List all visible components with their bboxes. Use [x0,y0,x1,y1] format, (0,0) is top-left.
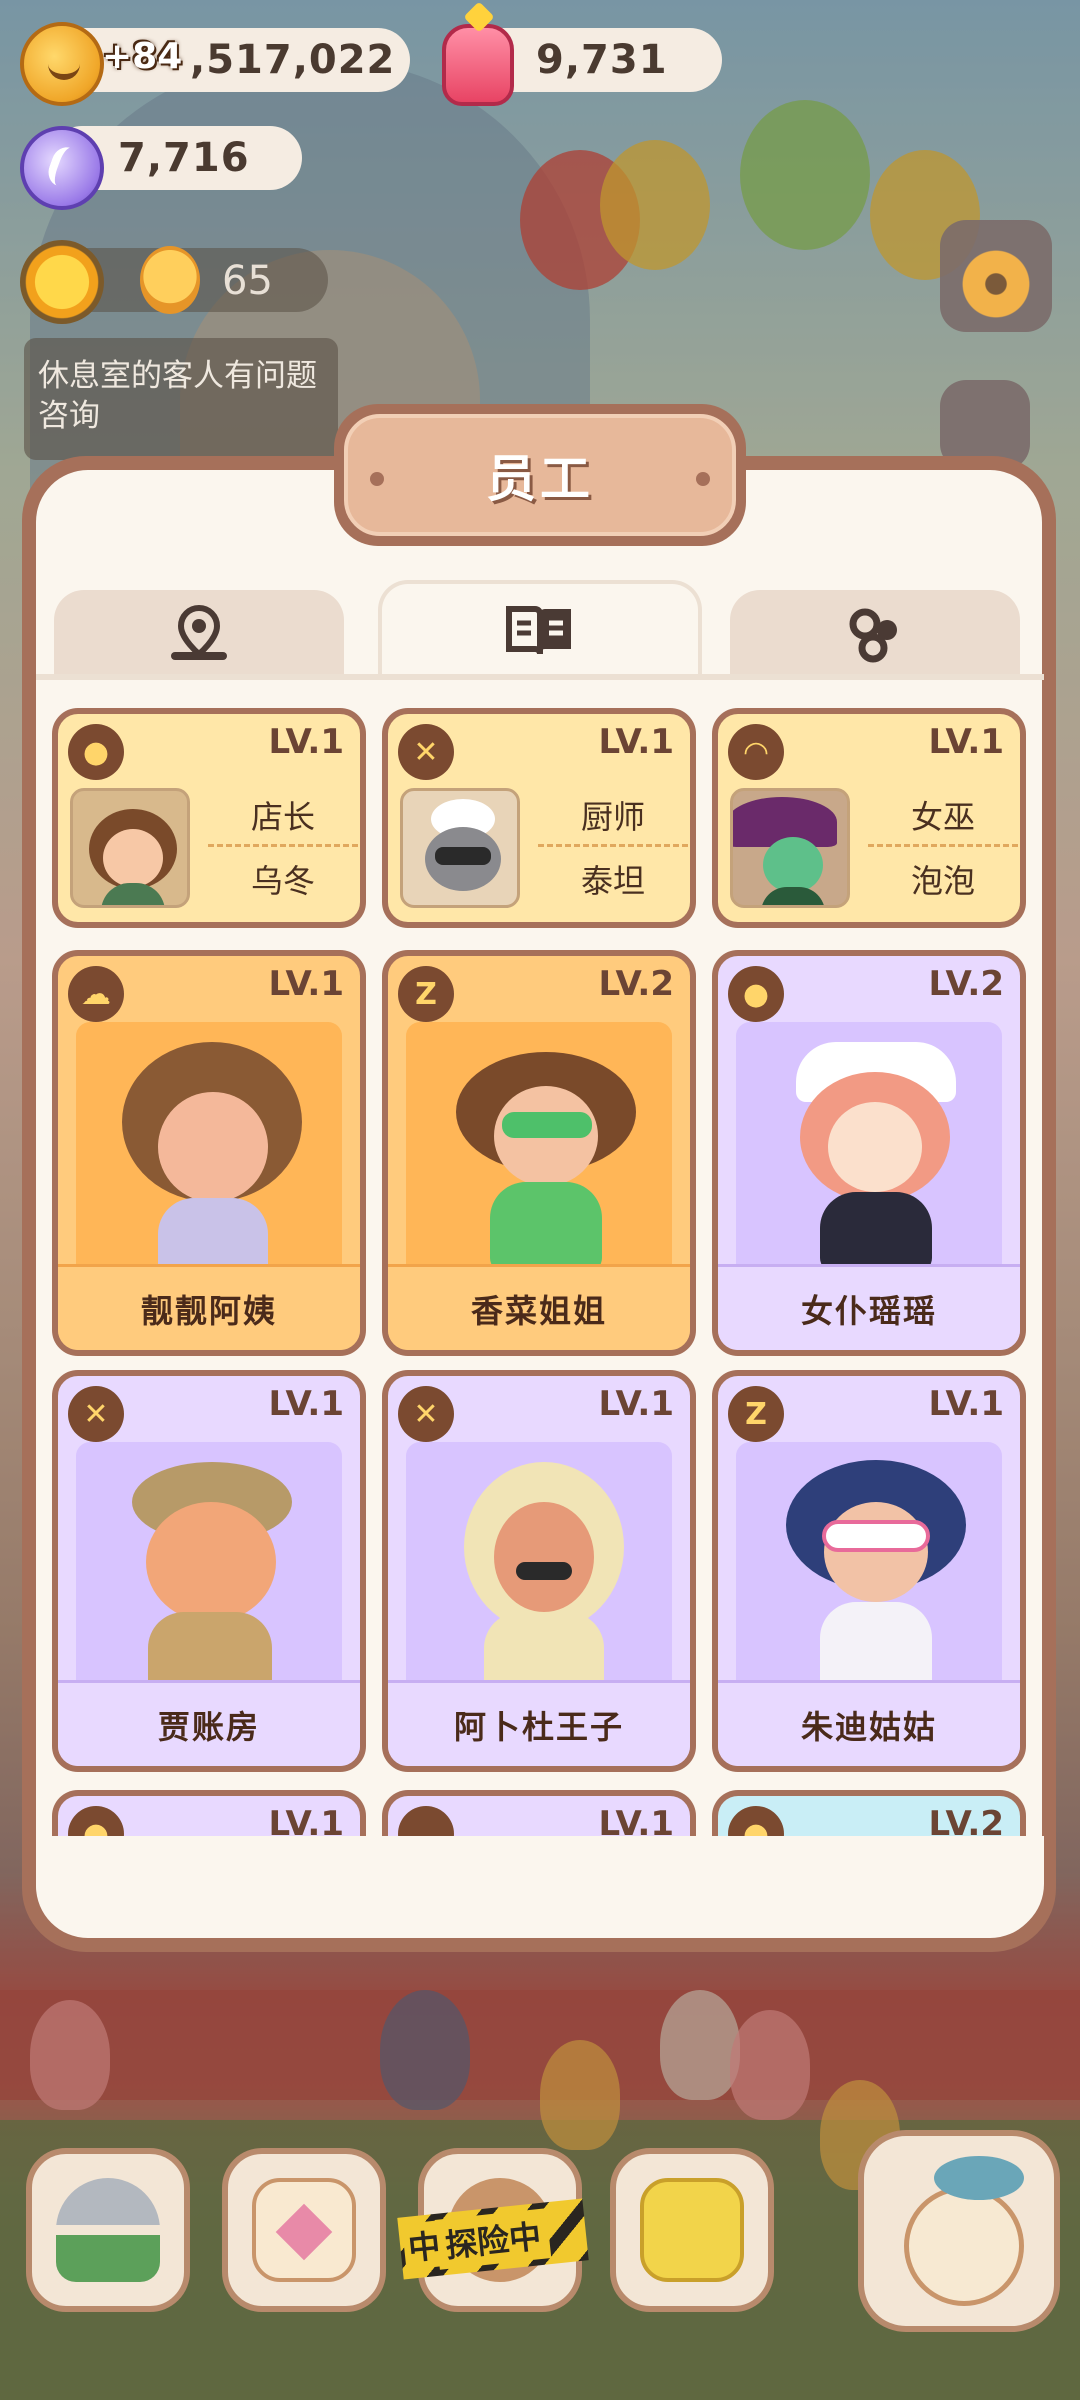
jelly-value: 9,731 [536,37,668,83]
staff-panel-title: 员工 [486,450,594,508]
mushroom-house-icon [56,2178,160,2282]
candy-gem-icon [20,126,104,210]
staff-card[interactable]: ● LV.2 女仆瑶瑶 [712,950,1026,1356]
staff-portrait [406,1022,672,1286]
staff-name: 朱迪姑姑 [718,1680,1020,1766]
staff-name: 贾账房 [58,1680,360,1766]
coins-gain-badge: +84 [102,36,183,77]
tab-divider [36,674,1044,680]
staff-portrait [736,1022,1002,1286]
staff-portrait [70,788,190,908]
staff-card[interactable]: Z LV.2 香菜姐姐 [382,950,696,1356]
staff-name: 女仆瑶瑶 [718,1264,1020,1350]
cookie-icon: ● [68,724,124,780]
shop-level-value: 65 [222,258,273,304]
gear-icon [956,244,1036,324]
fork-knife-icon: ✕ [398,724,454,780]
staff-level: LV.1 [928,722,1005,762]
paw-icon [849,608,897,663]
staff-role: 店长 [250,798,315,836]
staff-level: LV.1 [928,1384,1005,1424]
staff-card[interactable]: Z LV.1 朱迪姑姑 [712,1370,1026,1772]
tab-staff-book[interactable] [378,580,702,678]
staff-card[interactable]: ☁ LV.1 靓靓阿姨 [52,950,366,1356]
notification-message[interactable]: 休息室的客人有问题咨询 [24,338,338,460]
staff-level: LV.1 [268,1384,345,1424]
fork-knife-icon: ✕ [398,1386,454,1442]
tab-location[interactable] [54,590,344,678]
alarm-clock-icon [904,2186,1024,2306]
featured-staff-card[interactable]: ● LV.1 店长 乌冬 [52,708,366,928]
shop-bag-button[interactable] [610,2148,774,2312]
staff-level: LV.1 [268,722,345,762]
cookie-coin-icon [20,22,104,106]
staff-name: 泡泡 [910,862,975,900]
staff-panel-title-plate: 员工 [334,404,746,546]
staff-name: 香菜姐姐 [388,1264,690,1350]
shop-level-avatar [140,246,200,314]
diary-button[interactable] [222,2148,386,2312]
staff-card[interactable]: ✕ LV.1 阿卜杜王子 [382,1370,696,1772]
gems-value: 7,716 [118,135,250,181]
staff-name: 靓靓阿姨 [58,1264,360,1350]
staff-name: 泰坦 [580,862,645,900]
heart-calendar-icon [252,2178,356,2282]
cauldron-icon: ◠ [728,724,784,780]
staff-level: LV.1 [268,964,345,1004]
staff-portrait [400,788,520,908]
staff-level: LV.1 [598,1384,675,1424]
shopping-bag-icon [640,2178,744,2282]
jelly-icon [442,24,514,106]
staff-role: 女巫 [910,798,975,836]
staff-name: 乌冬 [250,862,315,900]
location-icon [171,604,227,660]
featured-staff-card[interactable]: ◠ LV.1 女巫 泡泡 [712,708,1026,928]
adventure-status-prefix: 中 [401,2220,447,2270]
staff-portrait [76,1442,342,1706]
featured-staff-card[interactable]: ✕ LV.1 厨师 泰坦 [382,708,696,928]
tab-pets[interactable] [730,590,1020,678]
sun-icon [20,240,104,324]
house-button[interactable] [26,2148,190,2312]
staff-level: LV.2 [928,964,1005,1004]
fish-icon [934,2156,1024,2200]
scroll-fade [36,1836,1044,1936]
cookie-icon: ● [728,966,784,1022]
staff-level: LV.2 [598,964,675,1004]
staff-name: 阿卜杜王子 [388,1680,690,1766]
adventure-status-label: 探险中 [434,2208,552,2270]
staff-portrait [730,788,850,908]
sleep-icon: Z [398,966,454,1022]
alarm-fish-button[interactable] [858,2130,1060,2332]
book-icon [506,606,571,655]
staff-portrait [406,1442,672,1706]
staff-card[interactable]: ✕ LV.1 贾账房 [52,1370,366,1772]
staff-portrait [736,1442,1002,1706]
cloud-icon: ☁ [68,966,124,1022]
staff-portrait [76,1022,342,1286]
fork-knife-icon: ✕ [68,1386,124,1442]
staff-role: 厨师 [580,798,645,836]
staff-level: LV.1 [598,722,675,762]
sleep-icon: Z [728,1386,784,1442]
